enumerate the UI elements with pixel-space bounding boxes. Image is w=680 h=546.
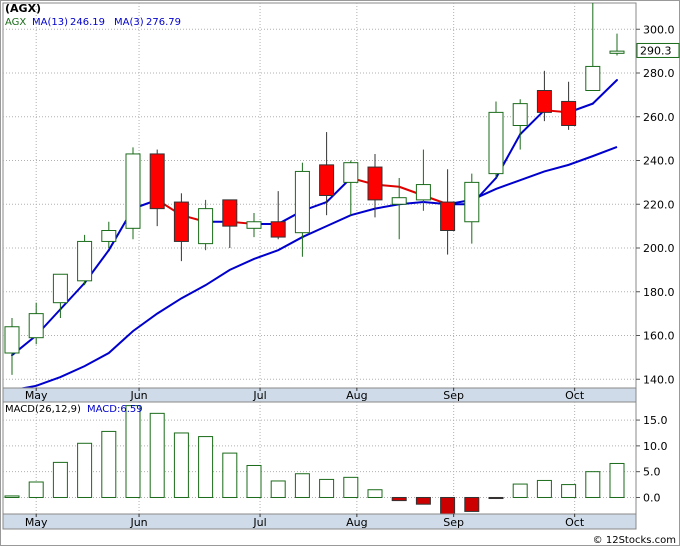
- candle-body: [609, 50, 625, 54]
- macd-date-band: [2, 513, 637, 530]
- date-label: Jun: [129, 389, 147, 402]
- macd-bar: [585, 471, 601, 498]
- macd-bar: [28, 481, 44, 498]
- candle-body: [319, 164, 335, 196]
- macd-tick-label: 0.0: [643, 491, 661, 504]
- macd-bar: [609, 462, 625, 498]
- candle-body: [173, 201, 189, 242]
- macd-bar: [270, 480, 286, 498]
- macd-tick-label: 15.0: [643, 414, 668, 427]
- macd-label: MACD(26,12,9): [5, 404, 81, 415]
- candle-body: [488, 111, 504, 175]
- macd-bar: [246, 464, 262, 498]
- candle-body: [4, 326, 20, 354]
- macd-bar: [367, 489, 383, 498]
- price-tick-label: 200.0: [643, 242, 675, 255]
- date-label: Aug: [346, 389, 367, 402]
- candle-body: [125, 153, 141, 229]
- price-date-band: [2, 387, 637, 403]
- macd-bar: [488, 496, 504, 500]
- macd-bar: [222, 452, 238, 498]
- candle-body: [270, 221, 286, 238]
- price-tick-label: 140.0: [643, 373, 675, 386]
- macd-bar: [561, 484, 577, 498]
- last-price-label: 290.3: [640, 44, 672, 57]
- macd-bar: [149, 412, 165, 498]
- macd-bar: [4, 495, 20, 498]
- date-label: Oct: [565, 516, 585, 529]
- macd-date-axis: May Jun Jul Aug Sep Oct: [2, 513, 637, 530]
- date-label: May: [25, 389, 48, 402]
- stock-chart: 140.0 160.0 180.0 200.0 220.0 240.0 260.0 280.0…: [0, 0, 680, 546]
- symbol-label: (AGX): [5, 2, 41, 15]
- price-date-axis: May Jun Jul Aug Sep Oct: [2, 387, 637, 403]
- candle-body: [440, 201, 456, 231]
- candle-body: [561, 100, 577, 126]
- date-label: Jul: [252, 389, 266, 402]
- legend-ma-short-value: 276.79: [146, 17, 181, 28]
- candle-body: [415, 184, 431, 201]
- date-label: Sep: [443, 389, 464, 402]
- candle-body: [391, 197, 407, 205]
- price-tick-label: 260.0: [643, 111, 675, 124]
- legend-ma-long-label: MA(13): [32, 17, 68, 28]
- last-price-marker: 290.3: [636, 42, 680, 58]
- macd-bar: [198, 436, 214, 498]
- macd-bar: [52, 461, 68, 498]
- date-label: Sep: [443, 516, 464, 529]
- macd-bar: [294, 473, 310, 498]
- date-label: Jun: [129, 516, 147, 529]
- macd-bar: [101, 430, 117, 498]
- macd-bar: [536, 479, 552, 498]
- legend-ticker: AGX: [5, 17, 26, 28]
- candle: [488, 101, 504, 178]
- candle-body: [343, 162, 359, 183]
- macd-tick-label: 10.0: [643, 440, 668, 453]
- macd-bar: [343, 476, 359, 498]
- macd-panel: 0.0 5.0 10.0 15.0 MACD(26,12,9) MACD:6.59: [2, 401, 668, 515]
- candle-body: [28, 313, 44, 339]
- candle-body: [77, 240, 93, 282]
- candle: [125, 147, 141, 240]
- candle-body: [198, 208, 214, 245]
- candle-body: [101, 230, 117, 242]
- macd-bar: [391, 496, 407, 502]
- candle-body: [222, 199, 238, 227]
- candle: [77, 234, 93, 286]
- date-label: May: [25, 516, 48, 529]
- macd-bar: [77, 442, 93, 498]
- price-panel: 140.0 160.0 180.0 200.0 220.0 240.0 260.0 280.0…: [2, 2, 680, 392]
- price-tick-label: 220.0: [643, 198, 675, 211]
- watermark: © 12Stocks.com: [593, 535, 676, 546]
- legend-ma-short-label: MA(3): [114, 17, 144, 28]
- macd-bar: [512, 483, 528, 498]
- price-tick-label: 240.0: [643, 155, 675, 168]
- candle-body: [246, 221, 262, 229]
- candle-body: [52, 273, 68, 304]
- macd-bar: [319, 478, 335, 498]
- candle-body: [149, 153, 165, 210]
- price-tick-label: 180.0: [643, 286, 675, 299]
- date-label: Oct: [565, 389, 585, 402]
- candle-body: [585, 65, 601, 91]
- price-tick-label: 160.0: [643, 330, 675, 343]
- macd-bar: [464, 496, 480, 512]
- date-label: Aug: [346, 516, 367, 529]
- legend-ma-long-value: 246.19: [70, 17, 105, 28]
- price-tick-label: 300.0: [643, 23, 675, 36]
- macd-value-label: MACD:6.59: [87, 404, 143, 415]
- candle-body: [464, 181, 480, 223]
- macd-bar: [440, 496, 456, 515]
- macd-bar: [415, 496, 431, 505]
- macd-bar: [125, 405, 141, 498]
- candle-body: [536, 90, 552, 113]
- date-label: Jul: [252, 516, 266, 529]
- candle-body: [294, 170, 310, 234]
- candle-body: [367, 166, 383, 201]
- macd-bar: [173, 432, 189, 498]
- macd-tick-label: 5.0: [643, 466, 661, 479]
- candle-body: [512, 103, 528, 126]
- price-tick-label: 280.0: [643, 67, 675, 80]
